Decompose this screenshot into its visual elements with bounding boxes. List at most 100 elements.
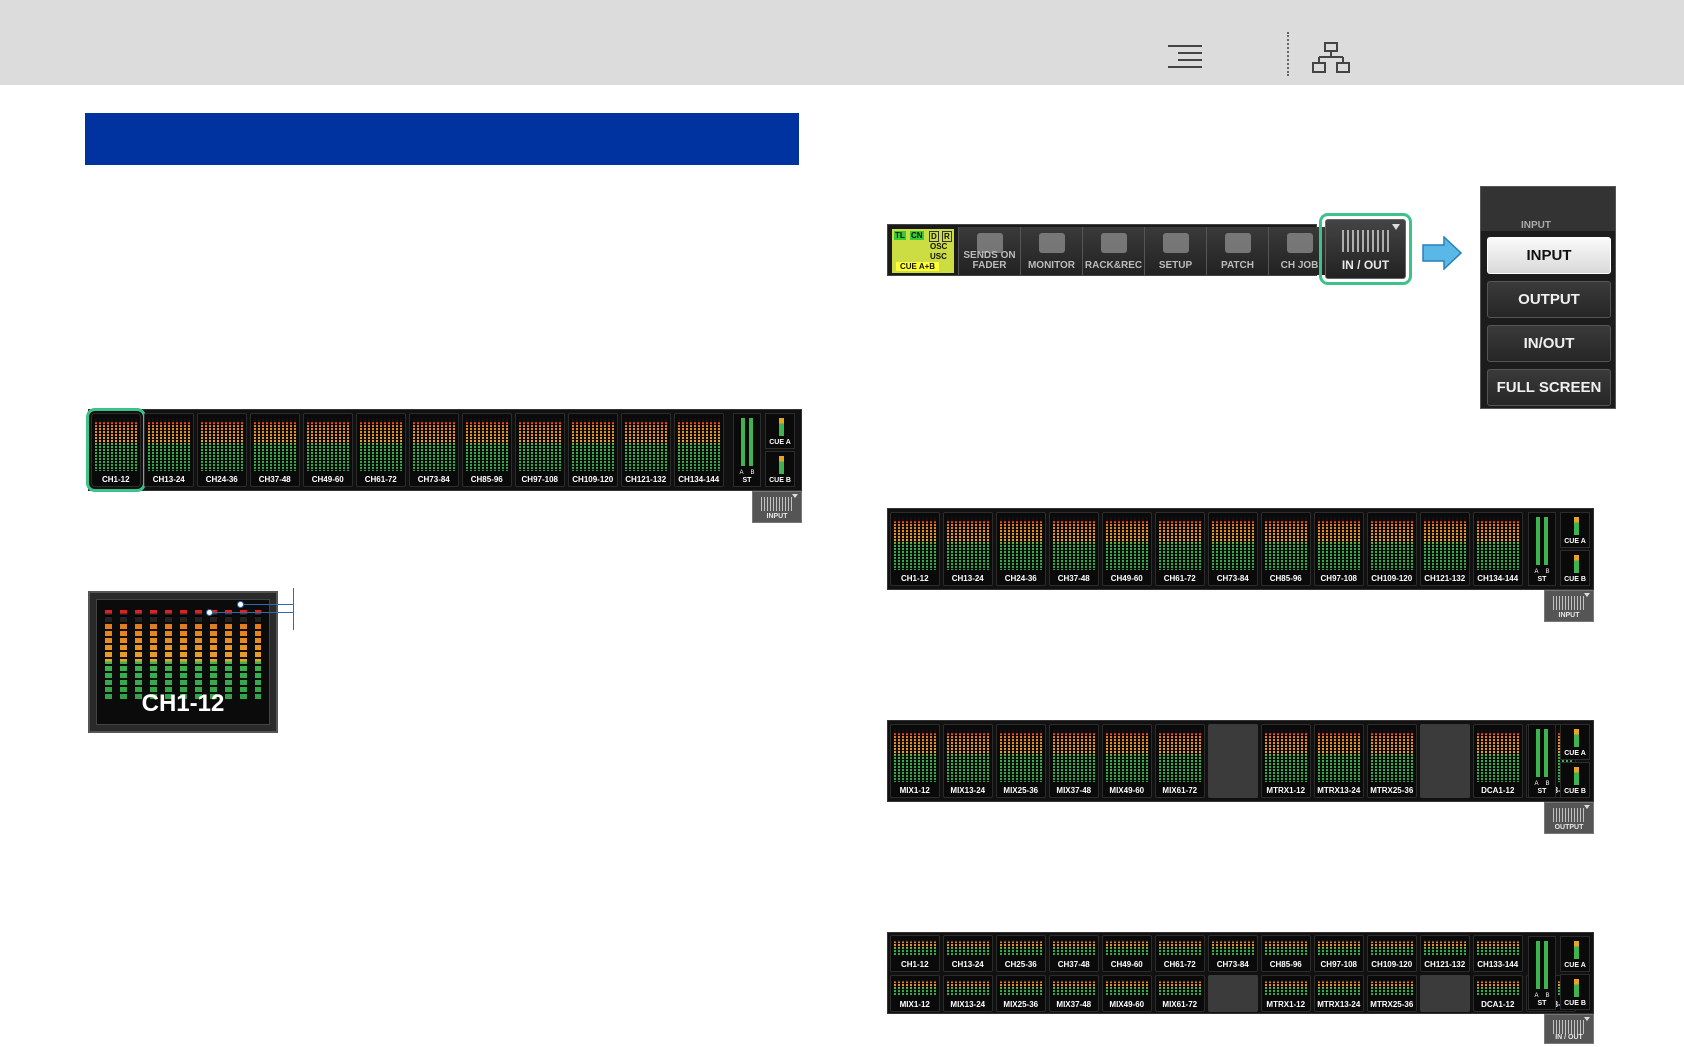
function-button-patch[interactable]: PATCH	[1206, 227, 1268, 275]
meter-block-ch109-120[interactable]: CH109-120	[1367, 935, 1417, 972]
meter-bars	[1212, 517, 1254, 570]
meter-block-mix25-36[interactable]: MIX25-36	[996, 724, 1046, 798]
function-button-rack-rec[interactable]: RACK&REC	[1082, 227, 1144, 275]
in-out-view-mode-button[interactable]: IN / OUT	[1544, 1014, 1594, 1044]
meter-block-mix49-60[interactable]: MIX49-60	[1102, 975, 1152, 1012]
tree-icon[interactable]	[1312, 42, 1350, 74]
input-mode-button[interactable]: INPUT	[752, 491, 802, 523]
meter-bars	[1106, 729, 1148, 782]
meter-block-ch85-96[interactable]: CH85-96	[1261, 512, 1311, 586]
meter-block-ch25-36[interactable]: CH25-36	[996, 935, 1046, 972]
input-view-mode-button[interactable]: INPUT	[1544, 590, 1594, 622]
meter-block-ch121-132[interactable]: CH121-132	[1420, 935, 1470, 972]
cue-a-meter[interactable]: CUE A	[1560, 512, 1590, 548]
meter-block-ch61-72[interactable]: CH61-72	[1155, 935, 1205, 972]
output-view-mode-button[interactable]: OUTPUT	[1544, 802, 1594, 834]
popup-item-input[interactable]: INPUT	[1487, 237, 1611, 274]
function-button-ch-job[interactable]: CH JOB	[1268, 227, 1330, 275]
meter-block-ch85-96[interactable]: CH85-96	[462, 413, 512, 487]
meter-block-mtrx1-12[interactable]: MTRX1-12	[1261, 975, 1311, 1012]
meter-block-ch24-36[interactable]: CH24-36	[197, 413, 247, 487]
cue-a-meter[interactable]: CUE A	[1560, 936, 1590, 972]
meter-block-mtrx13-24[interactable]: MTRX13-24	[1314, 975, 1364, 1012]
meter-block-ch121-132[interactable]: CH121-132	[621, 413, 671, 487]
function-button-setup[interactable]: SETUP	[1144, 227, 1206, 275]
meter-block-ch134-144[interactable]: CH134-144	[1473, 512, 1523, 586]
meter-block-mix13-24[interactable]: MIX13-24	[943, 724, 993, 798]
popup-item-full-screen[interactable]: FULL SCREEN	[1487, 369, 1611, 406]
meter-block-ch61-72[interactable]: CH61-72	[356, 413, 406, 487]
meter-block-ch13-24[interactable]: CH13-24	[943, 935, 993, 972]
cue-b-meter[interactable]: CUE B	[1560, 974, 1590, 1010]
stereo-meter[interactable]: A B ST	[1528, 512, 1556, 586]
stereo-meter[interactable]: A B ST	[1528, 936, 1556, 1010]
meter-bars	[1477, 980, 1519, 996]
meter-block-mtrx1-12[interactable]: MTRX1-12	[1261, 724, 1311, 798]
meter-block-dca1-12[interactable]: DCA1-12	[1473, 724, 1523, 798]
meter-block-ch61-72[interactable]: CH61-72	[1155, 512, 1205, 586]
meter-bars	[1159, 940, 1201, 956]
cue-b-bar	[778, 456, 784, 474]
meter-block-ch73-84[interactable]: CH73-84	[1208, 935, 1258, 972]
meter-block-mix49-60[interactable]: MIX49-60	[1102, 724, 1152, 798]
meter-block-mix61-72[interactable]: MIX61-72	[1155, 975, 1205, 1012]
meter-block-ch24-36[interactable]: CH24-36	[996, 512, 1046, 586]
ch-job-icon	[1287, 233, 1313, 253]
cue-a-meter[interactable]: CUE A	[765, 413, 795, 449]
meter-block-ch37-48[interactable]: CH37-48	[1049, 512, 1099, 586]
meter-bars	[894, 517, 936, 570]
meter-bars	[1318, 517, 1360, 570]
meter-block-ch73-84[interactable]: CH73-84	[409, 413, 459, 487]
meter-block-ch85-96[interactable]: CH85-96	[1261, 935, 1311, 972]
meter-block-ch13-24[interactable]: CH13-24	[943, 512, 993, 586]
meter-block-dca1-12[interactable]: DCA1-12	[1473, 975, 1523, 1012]
meter-block-ch97-108[interactable]: CH97-108	[1314, 935, 1364, 972]
stereo-meter[interactable]: A B ST	[1528, 724, 1556, 798]
meter-block-ch1-12[interactable]: CH1-12	[890, 512, 940, 586]
meter-bars	[1371, 517, 1413, 570]
stereo-meter[interactable]: A B ST	[733, 413, 761, 487]
meter-block-ch1-12[interactable]: CH1-12	[890, 935, 940, 972]
popup-item-output[interactable]: OUTPUT	[1487, 281, 1611, 318]
meter-block-ch13-24[interactable]: CH13-24	[144, 413, 194, 487]
meter-block-ch1-12[interactable]: CH1-12	[86, 408, 146, 492]
meter-block-ch109-120[interactable]: CH109-120	[1367, 512, 1417, 586]
list-icon[interactable]	[1168, 43, 1202, 71]
function-button-monitor[interactable]: MONITOR	[1020, 227, 1082, 275]
meter-block-ch109-120[interactable]: CH109-120	[568, 413, 618, 487]
cue-b-meter[interactable]: CUE B	[1560, 762, 1590, 798]
meter-block-mtrx13-24[interactable]: MTRX13-24	[1314, 724, 1364, 798]
meter-block-ch133-144[interactable]: CH133-144	[1473, 935, 1523, 972]
meter-block-ch121-132[interactable]: CH121-132	[1420, 512, 1470, 586]
function-button-sends-on-fader[interactable]: SENDS ON FADER	[958, 227, 1020, 275]
meter-block-ch49-60[interactable]: CH49-60	[1102, 512, 1152, 586]
meter-block-ch49-60[interactable]: CH49-60	[303, 413, 353, 487]
meter-block-mtrx25-36[interactable]: MTRX25-36	[1367, 724, 1417, 798]
meter-block-ch49-60[interactable]: CH49-60	[1102, 935, 1152, 972]
meter-block-mtrx25-36[interactable]: MTRX25-36	[1367, 975, 1417, 1012]
empty-meter-slot	[1420, 975, 1470, 1012]
meter-block-mix13-24[interactable]: MIX13-24	[943, 975, 993, 1012]
meter-block-mix1-12[interactable]: MIX1-12	[890, 724, 940, 798]
meter-block-ch97-108[interactable]: CH97-108	[1314, 512, 1364, 586]
meter-bars	[1053, 980, 1095, 996]
meter-block-ch73-84[interactable]: CH73-84	[1208, 512, 1258, 586]
cue-a-bar	[1573, 517, 1579, 535]
meter-block-mix1-12[interactable]: MIX1-12	[890, 975, 940, 1012]
meter-block-mix37-48[interactable]: MIX37-48	[1049, 975, 1099, 1012]
meter-block-ch37-48[interactable]: CH37-48	[1049, 935, 1099, 972]
meter-block-mix37-48[interactable]: MIX37-48	[1049, 724, 1099, 798]
in-out-button[interactable]: IN / OUT	[1319, 213, 1412, 285]
meter-bars	[1371, 729, 1413, 782]
meter-bars	[894, 940, 936, 956]
meter-block-ch134-144[interactable]: CH134-144	[674, 413, 724, 487]
meter-block-ch97-108[interactable]: CH97-108	[515, 413, 565, 487]
meter-block-mix61-72[interactable]: MIX61-72	[1155, 724, 1205, 798]
meter-block-mix25-36[interactable]: MIX25-36	[996, 975, 1046, 1012]
popup-item-in-out[interactable]: IN/OUT	[1487, 325, 1611, 362]
cue-a-meter[interactable]: CUE A	[1560, 724, 1590, 760]
cue-b-meter[interactable]: CUE B	[1560, 550, 1590, 586]
cue-b-meter[interactable]: CUE B	[765, 451, 795, 487]
meter-block-ch37-48[interactable]: CH37-48	[250, 413, 300, 487]
input-meter-strip: CH1-12 CH13-24 CH24-36 CH37-48 CH49-60 CH61-7…	[86, 408, 802, 492]
